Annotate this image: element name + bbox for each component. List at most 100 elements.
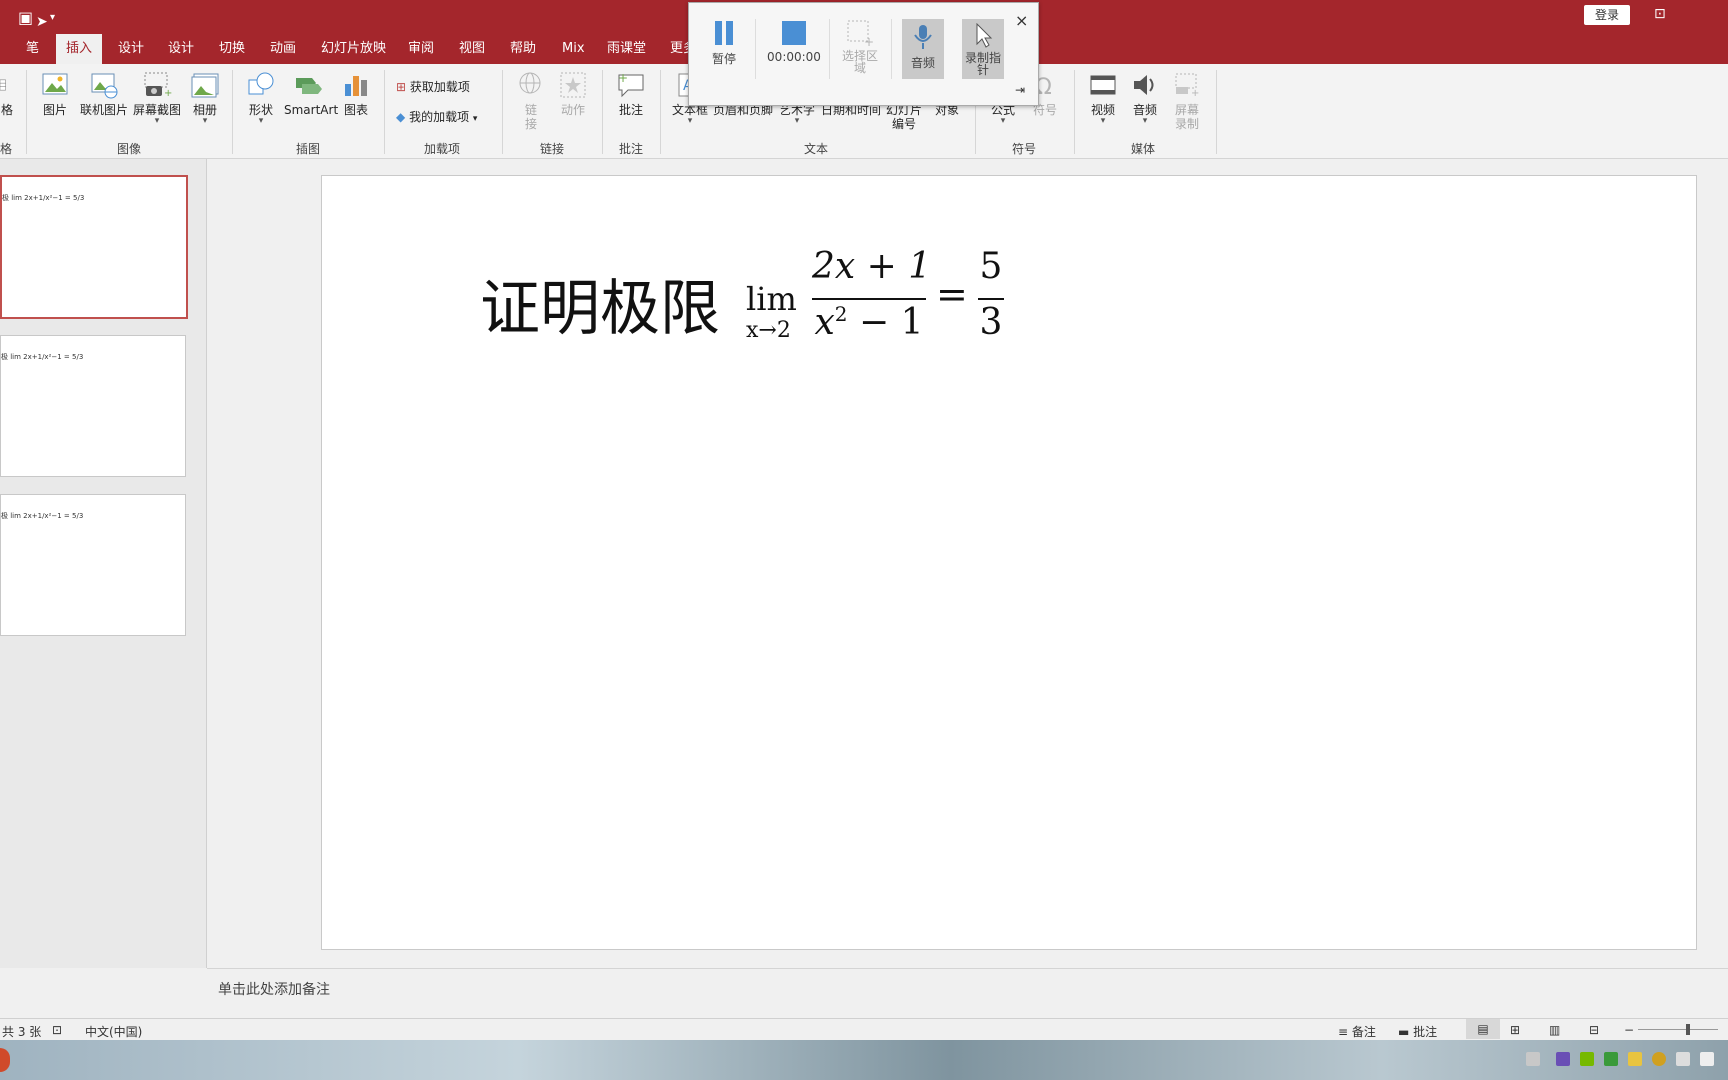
chart-button[interactable]: 图表 [341, 70, 371, 117]
group-label-symbols: 符号 [1012, 142, 1037, 156]
app-tray-icon[interactable] [1556, 1052, 1570, 1066]
volume-tray-icon[interactable] [1700, 1052, 1714, 1066]
link-button[interactable]: 链 接 [516, 70, 546, 131]
audio-dropdown-icon[interactable]: ▾ [1130, 117, 1160, 126]
link-globe-icon [519, 72, 541, 94]
tab-help[interactable]: 帮助 [510, 34, 536, 64]
comments-toggle-button[interactable]: ▬ 批注 [1398, 1023, 1437, 1040]
mouse-cursor-icon: ➤ [36, 14, 48, 30]
tab-animations[interactable]: 动画 [270, 34, 296, 64]
table-button[interactable]: 格 [0, 70, 14, 117]
slideshow-view-icon[interactable]: ⊟ [1589, 1023, 1599, 1037]
picture-button[interactable]: 图片 [40, 70, 70, 117]
shapes-icon [248, 72, 274, 95]
group-divider [1074, 70, 1075, 154]
svg-text:+: + [164, 88, 172, 99]
nvidia-tray-icon[interactable] [1580, 1052, 1594, 1066]
security-tray-icon[interactable] [1604, 1052, 1618, 1066]
album-button[interactable]: 相册 ▾ [190, 70, 220, 126]
tab-yuketang[interactable]: 雨课堂 [607, 34, 646, 64]
tab-insert[interactable]: 插入 [56, 34, 103, 64]
select-area-button[interactable]: + 选择区 域 [837, 19, 883, 74]
svg-text:+: + [864, 35, 874, 47]
online-picture-button[interactable]: 联机图片 [79, 70, 129, 117]
album-dropdown-icon[interactable]: ▾ [190, 117, 220, 126]
store-icon: ⊞ [396, 80, 407, 94]
screenshot-dropdown-icon[interactable]: ▾ [132, 117, 182, 126]
audio-button[interactable]: 音频 ▾ [1130, 70, 1160, 126]
zoom-slider-thumb[interactable] [1686, 1024, 1690, 1035]
comment-bubble-icon: ▬ [1398, 1025, 1414, 1039]
slide-thumbnail-3[interactable]: 极 lim 2x+1/x²−1 = 5/3 [0, 494, 186, 636]
shield-tray-icon[interactable] [1628, 1052, 1642, 1066]
tab-transitions[interactable]: 切换 [219, 34, 245, 64]
group-label-illustration: 插图 [296, 142, 321, 156]
app-tray-icon-2[interactable] [1652, 1052, 1666, 1066]
group-label-comments: 批注 [619, 142, 644, 156]
online-picture-icon [91, 73, 118, 99]
pointer-icon [976, 22, 993, 48]
group-divider [1216, 70, 1217, 154]
comment-button[interactable]: + 批注 [616, 70, 646, 117]
record-pointer-button[interactable]: 录制指 针 [962, 19, 1004, 79]
bar-chart-icon [345, 76, 367, 96]
group-divider [232, 70, 233, 154]
keyboard-tray-icon[interactable] [1526, 1052, 1540, 1066]
close-icon[interactable]: × [1015, 11, 1028, 30]
shapes-button[interactable]: 形状 ▾ [246, 70, 276, 126]
zoom-out-icon[interactable]: − [1624, 1023, 1634, 1037]
slide-sorter-icon[interactable]: ⊞ [1510, 1023, 1520, 1037]
tab-design-2[interactable]: 设计 [168, 34, 194, 64]
spell-check-icon[interactable]: ⊡ [52, 1023, 62, 1037]
qat-dropdown-icon[interactable]: ▾ [50, 12, 55, 23]
my-addins-dropdown-icon[interactable]: ▾ [473, 114, 478, 124]
stop-button[interactable]: 00:00:00 [766, 19, 822, 64]
tab-design[interactable]: 设计 [118, 34, 144, 64]
addins-icon: ◆ [396, 110, 406, 124]
pin-icon[interactable]: ⇥ [1015, 83, 1025, 97]
record-screen-icon[interactable]: ▣ [18, 8, 33, 27]
tab-slideshow[interactable]: 幻灯片放映 [321, 34, 386, 64]
powerpoint-taskbar-icon[interactable] [0, 1048, 10, 1072]
tab-view[interactable]: 视图 [459, 34, 485, 64]
photo-album-icon [191, 73, 219, 98]
my-addins-button[interactable]: ◆ 我的加载项 ▾ [396, 108, 477, 125]
screenshot-button[interactable]: + 屏幕截图 ▾ [132, 70, 182, 126]
normal-view-icon[interactable]: ▤ [1466, 1019, 1500, 1039]
limit-operator: lim [746, 280, 797, 318]
reading-view-icon[interactable]: ▥ [1549, 1023, 1560, 1037]
wordart-dropdown-icon[interactable]: ▾ [779, 117, 815, 126]
tab-review[interactable]: 审阅 [408, 34, 434, 64]
slide-canvas[interactable]: 证明极限 lim x→2 2x + 1 x2 − 1 = 5 3 [321, 175, 1697, 950]
video-button[interactable]: 视频 ▾ [1088, 70, 1118, 126]
tab-mix[interactable]: Mix [562, 34, 585, 64]
audio-toggle-button[interactable]: 音频 [902, 19, 944, 79]
divider [891, 19, 892, 79]
action-button[interactable]: 动作 [558, 70, 588, 117]
slide-title[interactable]: 证明极限 [480, 260, 720, 347]
equation-dropdown-icon[interactable]: ▾ [988, 117, 1018, 126]
ribbon-display-icon[interactable]: ⊡ [1654, 6, 1666, 22]
smartart-button[interactable]: SmartArt [284, 70, 338, 117]
action-star-icon [560, 72, 586, 98]
shapes-dropdown-icon[interactable]: ▾ [246, 117, 276, 126]
get-addins-button[interactable]: ⊞ 获取加载项 [396, 78, 470, 95]
zoom-slider-track[interactable] [1638, 1029, 1718, 1030]
divider [755, 19, 756, 79]
notes-toggle-button[interactable]: ≡ 备注 [1338, 1023, 1376, 1040]
network-tray-icon[interactable] [1676, 1052, 1690, 1066]
fraction-numerator: 2x + 1 [812, 246, 932, 287]
slide-thumbnail-2[interactable]: 极 lim 2x+1/x²−1 = 5/3 [0, 335, 186, 477]
group-divider [660, 70, 661, 154]
video-dropdown-icon[interactable]: ▾ [1088, 117, 1118, 126]
tab-pen[interactable]: 笔 [26, 34, 39, 64]
slide-thumbnail-1[interactable]: 极 lim 2x+1/x²−1 = 5/3 [0, 175, 188, 319]
group-divider [602, 70, 603, 154]
pause-button[interactable]: 暂停 [701, 19, 747, 67]
result-fraction-bar [978, 298, 1004, 300]
login-button[interactable]: 登录 [1584, 5, 1630, 25]
textbox-dropdown-icon[interactable]: ▾ [672, 117, 708, 126]
notes-pane[interactable]: 单击此处添加备注 [207, 968, 1728, 1017]
screen-recording-button[interactable]: + 屏幕 录制 [1172, 70, 1202, 131]
language-indicator[interactable]: 中文(中国) [85, 1023, 142, 1040]
